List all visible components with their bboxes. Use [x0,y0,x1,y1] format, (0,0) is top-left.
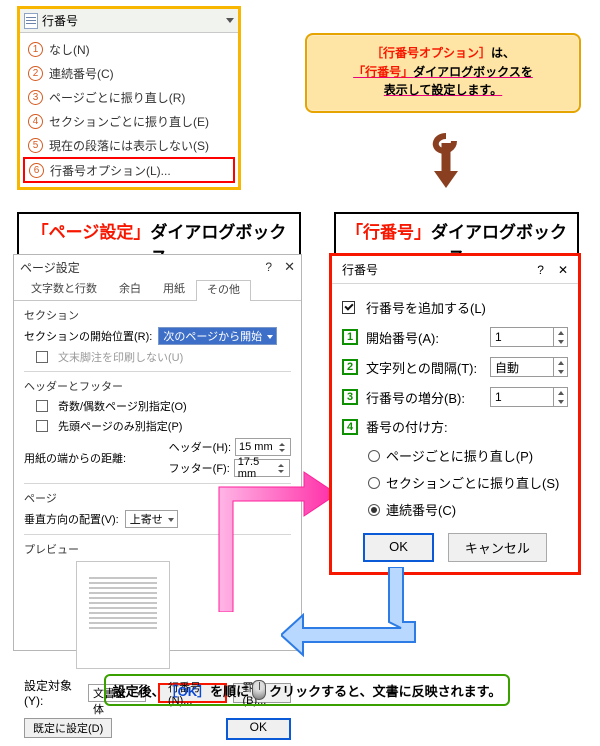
item-number-icon: 6 [29,163,44,178]
top-callout: ［行番号オプション］は、 「行番号」ダイアログボックスを 表示して設定します。 [305,33,581,113]
odd-even-checkbox[interactable] [36,400,48,412]
header-footer-heading: ヘッダーとフッター [24,378,291,394]
no-endnote-label: 文末脚注を印刷しない(U) [58,349,183,365]
dialog-title: 行番号 [342,261,378,278]
odd-even-label: 奇数/偶数ページ別指定(O) [58,398,187,414]
step-number-icon: 3 [342,389,358,405]
bottom-ok-text: ［OK］ [165,681,211,700]
tab-margins[interactable]: 余白 [108,279,152,300]
dialog-title: ページ設定 [20,259,80,276]
tab-paper[interactable]: 用紙 [152,279,196,300]
swirl-down-arrow-icon [426,133,466,191]
callout-dialog-name: 「行番号」 [353,65,413,79]
dropdown-list: 1なし(N) 2連続番号(C) 3ページごとに振り直し(R) 4セクションごとに… [20,33,238,187]
callout-option-name: ［行番号オプション］ [371,46,491,60]
stepper[interactable] [554,327,568,347]
dropdown-item-continuous[interactable]: 2連続番号(C) [20,61,238,85]
add-line-number-label: 行番号を追加する(L) [366,298,486,317]
step-number-icon: 1 [342,329,358,345]
dropdown-item-none[interactable]: 1なし(N) [20,37,238,61]
preview-thumbnail [76,561,170,669]
numbering-mode-label: 番号の付け方: [366,417,568,436]
increment-input[interactable]: 1 [490,387,554,407]
mouse-icon [252,680,266,700]
section-start-select[interactable]: 次のページから開始 [158,327,277,345]
item-number-icon: 2 [28,66,43,81]
dropdown-item-options[interactable]: 6行番号オプション(L)... [23,157,235,183]
radio-restart-section[interactable]: セクションごとに振り直し(S) [368,473,568,492]
chevron-down-icon [226,18,234,23]
page-setup-ok-button[interactable]: OK [226,718,291,740]
dialog-title-bar: 行番号 ? ✕ [332,256,578,284]
close-button[interactable]: ✕ [284,259,295,275]
help-button[interactable]: ? [537,263,544,277]
line-number-dialog: 行番号 ? ✕ 行番号を追加する(L) 1 開始番号(A): 1 2 文字列との… [329,253,581,575]
dropdown-title: 行番号 [42,12,78,29]
item-number-icon: 4 [28,114,43,129]
radio-restart-page[interactable]: ページごとに振り直し(P) [368,446,568,465]
blue-arrow-down-left-icon [281,567,471,675]
dialog-title-bar: ページ設定 ? ✕ [14,255,301,279]
item-number-icon: 5 [28,138,43,153]
line-number-ok-button[interactable]: OK [363,533,434,562]
tab-strip: 文字数と行数 余白 用紙 その他 [14,279,301,301]
apply-to-label: 設定対象(Y): [24,677,82,708]
dropdown-header[interactable]: 行番号 [20,9,238,33]
section-heading: セクション [24,307,291,323]
text-gap-input[interactable]: 自動 [490,357,554,377]
stepper[interactable] [554,387,568,407]
start-number-input[interactable]: 1 [490,327,554,347]
dropdown-item-restart-section[interactable]: 4セクションごとに振り直し(E) [20,109,238,133]
tab-chars-lines[interactable]: 文字数と行数 [20,279,108,300]
header-distance-input[interactable]: 15 mm [235,438,291,456]
tab-other[interactable]: その他 [196,280,251,301]
item-number-icon: 1 [28,42,43,57]
dropdown-item-restart-page[interactable]: 3ページごとに振り直し(R) [20,85,238,109]
step-number-icon: 4 [342,419,358,435]
radio-continuous[interactable]: 連続番号(C) [368,500,568,519]
first-only-checkbox[interactable] [36,420,48,432]
set-default-button[interactable]: 既定に設定(D) [24,718,112,738]
step-number-icon: 2 [342,359,358,375]
line-number-dropdown: 行番号 1なし(N) 2連続番号(C) 3ページごとに振り直し(R) 4セクショ… [17,6,241,190]
section-start-label: セクションの開始位置(R): [24,328,152,344]
increment-label: 行番号の増分(B): [366,388,490,407]
first-only-label: 先頭ページのみ別指定(P) [58,418,182,434]
add-line-number-checkbox[interactable] [342,301,355,314]
item-number-icon: 3 [28,90,43,105]
valign-label: 垂直方向の配置(V): [24,511,119,527]
close-button[interactable]: ✕ [558,263,568,277]
start-number-label: 開始番号(A): [366,328,490,347]
dropdown-item-hide-current[interactable]: 5現在の段落には表示しない(S) [20,133,238,157]
line-number-cancel-button[interactable]: キャンセル [448,533,547,562]
text-gap-label: 文字列との間隔(T): [366,358,490,377]
header-label: ヘッダー(H): [169,439,231,455]
help-button[interactable]: ? [265,260,272,274]
valign-select[interactable]: 上寄せ [125,510,178,528]
no-endnote-checkbox [36,351,48,363]
stepper[interactable] [554,357,568,377]
bottom-callout: 設定後、 ［OK］ を順に クリックすると、文書に反映されます。 [104,674,510,706]
line-number-icon [24,13,38,29]
edge-distance-label: 用紙の端からの距離: [24,450,126,466]
